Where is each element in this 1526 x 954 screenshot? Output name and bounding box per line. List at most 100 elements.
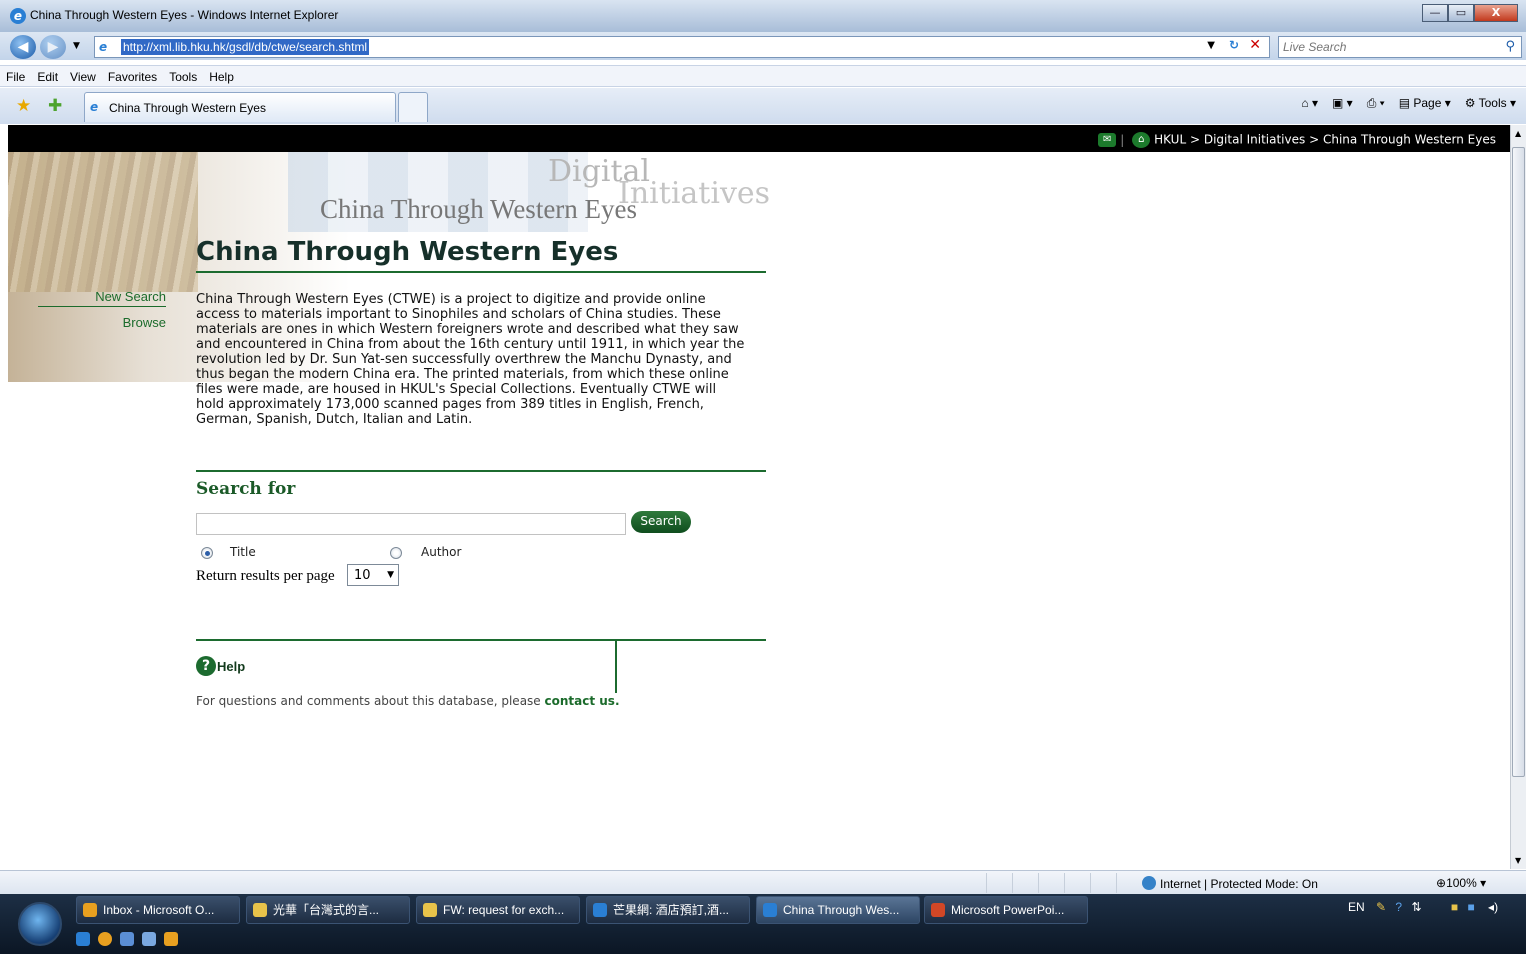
- minimize-button[interactable]: —: [1422, 4, 1448, 22]
- breadcrumb-separator: >: [1189, 132, 1201, 147]
- breadcrumb-digital-initiatives[interactable]: Digital Initiatives: [1204, 133, 1305, 147]
- quick-launch: [76, 932, 178, 946]
- tray-app-icon[interactable]: ■: [1467, 900, 1474, 914]
- home-icon[interactable]: ⌂ ▾: [1301, 96, 1318, 111]
- menu-view[interactable]: View: [64, 66, 102, 84]
- start-button[interactable]: [18, 902, 62, 946]
- chevron-down-icon: ▼: [387, 570, 394, 580]
- mail-icon: [253, 903, 267, 917]
- maximize-button[interactable]: ▭: [1448, 4, 1474, 22]
- browse-link[interactable]: Browse: [38, 315, 166, 330]
- history-dropdown-icon[interactable]: ▼: [73, 41, 80, 51]
- new-search-link[interactable]: New Search: [38, 289, 166, 307]
- taskbar-label: China Through Wes...: [783, 903, 900, 917]
- network-tray-icon[interactable]: ⇅: [1411, 900, 1421, 914]
- zoom-text: 100%: [1446, 876, 1477, 890]
- home-green-icon[interactable]: ⌂: [1132, 132, 1151, 148]
- browser-window: e China Through Western Eyes - Windows I…: [0, 0, 1526, 954]
- live-search-box[interactable]: ⚲: [1278, 36, 1522, 58]
- breadcrumb-current: China Through Western Eyes: [1322, 132, 1496, 147]
- media-quicklaunch-icon[interactable]: [98, 932, 112, 946]
- print-icon[interactable]: ⎙ ▾: [1367, 96, 1385, 111]
- taskbar-button[interactable]: 光華「台灣式的言...: [246, 896, 410, 924]
- address-dropdown-icon[interactable]: ▼: [1207, 40, 1215, 51]
- taskbar-button-active[interactable]: China Through Wes...: [756, 896, 920, 924]
- title-radio-label: Title: [230, 545, 256, 559]
- menu-favorites[interactable]: Favorites: [102, 66, 163, 84]
- taskbar-label: FW: request for exch...: [443, 903, 565, 917]
- taskbar-label: 芒果網: 酒店預訂,酒...: [613, 903, 730, 917]
- title-radio[interactable]: [201, 547, 213, 559]
- scroll-up-icon[interactable]: ▲: [1515, 129, 1521, 138]
- back-button[interactable]: ◀: [10, 35, 36, 59]
- tab-label: China Through Western Eyes: [109, 101, 266, 115]
- ie-quicklaunch-icon[interactable]: [76, 932, 90, 946]
- close-button[interactable]: X: [1474, 4, 1518, 22]
- help-icon[interactable]: ?: [196, 656, 216, 676]
- feeds-icon[interactable]: ▣ ▾: [1332, 96, 1353, 111]
- menu-file[interactable]: File: [0, 66, 31, 84]
- help-divider: [196, 639, 766, 641]
- outlook-quicklaunch-icon[interactable]: [164, 932, 178, 946]
- banner-illustration: [8, 152, 198, 292]
- favorites-star-icon[interactable]: ★: [16, 96, 31, 116]
- forward-button[interactable]: ▶: [40, 35, 66, 59]
- ie-logo-icon: e: [10, 8, 26, 24]
- taskbar-button[interactable]: 芒果網: 酒店預訂,酒...: [586, 896, 750, 924]
- taskbar-button[interactable]: Microsoft PowerPoi...: [924, 896, 1088, 924]
- ie-icon: [593, 903, 607, 917]
- desktop-quicklaunch-icon[interactable]: [120, 932, 134, 946]
- security-zone[interactable]: Internet | Protected Mode: On: [1142, 876, 1318, 891]
- tray-app-icon[interactable]: ■: [1451, 900, 1458, 914]
- help-label[interactable]: Help: [217, 659, 245, 674]
- contact-us-link[interactable]: contact us.: [545, 694, 620, 708]
- results-per-page-select[interactable]: 10 ▼: [347, 564, 399, 586]
- volume-icon[interactable]: ◂): [1488, 900, 1498, 914]
- top-black-bar: ✉ | ⌂ HKUL > Digital Initiatives > China T…: [8, 125, 1510, 152]
- taskbar-button[interactable]: FW: request for exch...: [416, 896, 580, 924]
- add-favorite-icon[interactable]: ✚: [48, 96, 62, 116]
- zoom-level[interactable]: ⊕100% ▾: [1436, 876, 1486, 890]
- contact-text: For questions and comments about this da…: [196, 694, 620, 708]
- author-radio[interactable]: [390, 547, 402, 559]
- taskbar-label: 光華「台灣式的言...: [273, 903, 380, 917]
- search-icon[interactable]: ⚲: [1505, 39, 1515, 54]
- switch-windows-icon[interactable]: [142, 932, 156, 946]
- intro-paragraph: China Through Western Eyes (CTWE) is a p…: [196, 292, 745, 427]
- live-search-input[interactable]: [1283, 38, 1483, 56]
- menu-edit[interactable]: Edit: [31, 66, 64, 84]
- language-indicator[interactable]: EN: [1348, 900, 1365, 914]
- page-menu-label: Page: [1413, 96, 1442, 110]
- pen-icon[interactable]: ✎: [1376, 900, 1386, 914]
- status-segment: [1116, 873, 1142, 893]
- help-tray-icon[interactable]: ?: [1395, 900, 1402, 914]
- email-icon[interactable]: ✉: [1098, 133, 1117, 147]
- title-bar: e China Through Western Eyes - Windows I…: [0, 0, 1526, 32]
- status-segment: [1038, 873, 1064, 893]
- scroll-thumb[interactable]: [1512, 147, 1525, 777]
- search-button[interactable]: Search: [631, 511, 691, 533]
- menu-tools[interactable]: Tools: [163, 66, 203, 84]
- vertical-scrollbar[interactable]: ▲ ▼: [1510, 125, 1526, 869]
- mail-icon: [423, 903, 437, 917]
- author-radio-label: Author: [421, 545, 462, 559]
- status-segment: [1064, 873, 1090, 893]
- tools-menu[interactable]: ⚙ Tools ▾: [1465, 96, 1516, 111]
- tools-menu-label: Tools: [1478, 96, 1507, 110]
- page-icon: e: [99, 40, 108, 54]
- page-menu[interactable]: ▤ Page ▾: [1399, 96, 1451, 111]
- refresh-icon[interactable]: ↻: [1229, 38, 1239, 52]
- help-section[interactable]: ? Help: [196, 656, 245, 676]
- scroll-down-icon[interactable]: ▼: [1515, 856, 1521, 865]
- stop-icon[interactable]: ✕: [1249, 37, 1261, 53]
- menu-help[interactable]: Help: [203, 66, 240, 84]
- new-tab-button[interactable]: [398, 92, 428, 122]
- search-input[interactable]: [196, 513, 626, 535]
- results-per-page-label: Return results per page: [196, 568, 335, 584]
- address-bar[interactable]: e http://xml.lib.hku.hk/gsdl/db/ctwe/sea…: [94, 36, 1270, 58]
- url-text[interactable]: http://xml.lib.hku.hk/gsdl/db/ctwe/searc…: [121, 39, 370, 55]
- command-bar: ⌂ ▾ ▣ ▾ ⎙ ▾ ▤ Page ▾ ⚙ Tools ▾: [1301, 96, 1516, 111]
- breadcrumb-hkul[interactable]: HKUL: [1154, 133, 1186, 147]
- taskbar-button[interactable]: Inbox - Microsoft O...: [76, 896, 240, 924]
- tab-current[interactable]: e China Through Western Eyes: [84, 92, 396, 122]
